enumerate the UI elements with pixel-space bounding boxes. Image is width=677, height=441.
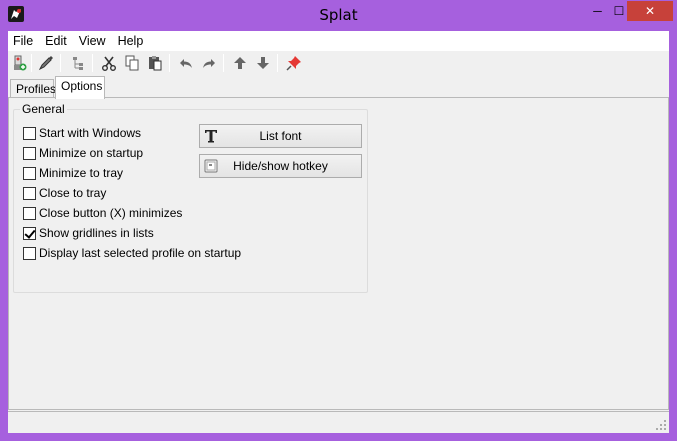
option-label: Close to tray	[39, 186, 107, 200]
toolbar-separator	[92, 54, 93, 72]
show-gridlines-option[interactable]: Show gridlines in lists	[23, 225, 154, 241]
options-panel: General Start with Windows Minimize on s…	[8, 97, 669, 410]
close-button[interactable]: ✕	[627, 1, 673, 21]
pin-icon[interactable]	[284, 53, 304, 73]
tab-strip: Profiles Options	[8, 76, 669, 99]
checkbox[interactable]	[23, 146, 36, 160]
close-button-minimizes-option[interactable]: Close button (X) minimizes	[23, 205, 182, 221]
option-label: Minimize to tray	[39, 166, 124, 180]
display-last-profile-option[interactable]: Display last selected profile on startup	[23, 245, 241, 261]
client-area: File Edit View Help Profiles Options Gen…	[8, 31, 669, 433]
checkbox[interactable]	[23, 166, 36, 180]
general-groupbox: General Start with Windows Minimize on s…	[13, 102, 368, 293]
toolbar-separator	[277, 54, 278, 72]
status-bar	[8, 411, 669, 433]
option-label: Show gridlines in lists	[39, 226, 154, 240]
checkbox[interactable]	[23, 246, 36, 260]
start-with-windows-option[interactable]: Start with Windows	[23, 125, 141, 141]
checkbox-checked[interactable]	[23, 226, 36, 240]
maximize-button[interactable]: ☐	[611, 1, 627, 21]
toolbar	[8, 51, 669, 75]
cut-icon[interactable]	[99, 53, 119, 73]
general-legend: General	[20, 102, 67, 116]
title-bar[interactable]: Splat ─ ☐ ✕	[0, 0, 677, 31]
redo-icon[interactable]	[199, 53, 219, 73]
toolbar-separator	[223, 54, 224, 72]
tab-profiles[interactable]: Profiles	[10, 79, 56, 99]
checkbox[interactable]	[23, 186, 36, 200]
minimize-icon: ─	[593, 4, 602, 18]
undo-icon[interactable]	[176, 53, 196, 73]
option-label: Close button (X) minimizes	[39, 206, 183, 220]
toolbar-separator	[60, 54, 61, 72]
option-label: Display last selected profile on startup	[39, 246, 242, 260]
paste-icon[interactable]	[145, 53, 165, 73]
checkbox[interactable]	[23, 206, 36, 220]
hotkey-icon	[203, 158, 219, 174]
maximize-icon: ☐	[613, 4, 625, 18]
option-label: Minimize on startup	[39, 146, 144, 160]
copy-icon[interactable]	[122, 53, 142, 73]
menu-file[interactable]: File	[8, 31, 39, 51]
minimize-on-startup-option[interactable]: Minimize on startup	[23, 145, 143, 161]
move-down-icon[interactable]	[253, 53, 273, 73]
menu-bar: File Edit View Help	[8, 31, 669, 51]
window-title: Splat	[319, 6, 358, 24]
menu-edit[interactable]: Edit	[39, 31, 73, 51]
resize-grip-icon[interactable]	[655, 419, 667, 431]
new-profile-icon[interactable]	[9, 53, 29, 73]
app-window: Splat ─ ☐ ✕ File Edit View Help Profiles…	[0, 0, 677, 441]
toolbar-separator	[31, 54, 32, 72]
minimize-button[interactable]: ─	[584, 1, 611, 21]
list-font-label: List font	[259, 129, 302, 143]
list-font-button[interactable]: List font	[199, 124, 362, 148]
move-up-icon[interactable]	[230, 53, 250, 73]
toolbar-separator	[169, 54, 170, 72]
tab-options[interactable]: Options	[55, 76, 105, 99]
close-icon: ✕	[644, 4, 656, 18]
close-to-tray-option[interactable]: Close to tray	[23, 185, 106, 201]
hotkey-label: Hide/show hotkey	[233, 159, 328, 173]
font-icon	[203, 128, 219, 144]
menu-help[interactable]: Help	[112, 31, 150, 51]
minimize-to-tray-option[interactable]: Minimize to tray	[23, 165, 123, 181]
tree-icon[interactable]	[67, 53, 87, 73]
edit-icon[interactable]	[36, 53, 56, 73]
menu-view[interactable]: View	[73, 31, 112, 51]
option-label: Start with Windows	[39, 126, 142, 140]
hide-show-hotkey-button[interactable]: Hide/show hotkey	[199, 154, 362, 178]
checkbox[interactable]	[23, 126, 36, 140]
